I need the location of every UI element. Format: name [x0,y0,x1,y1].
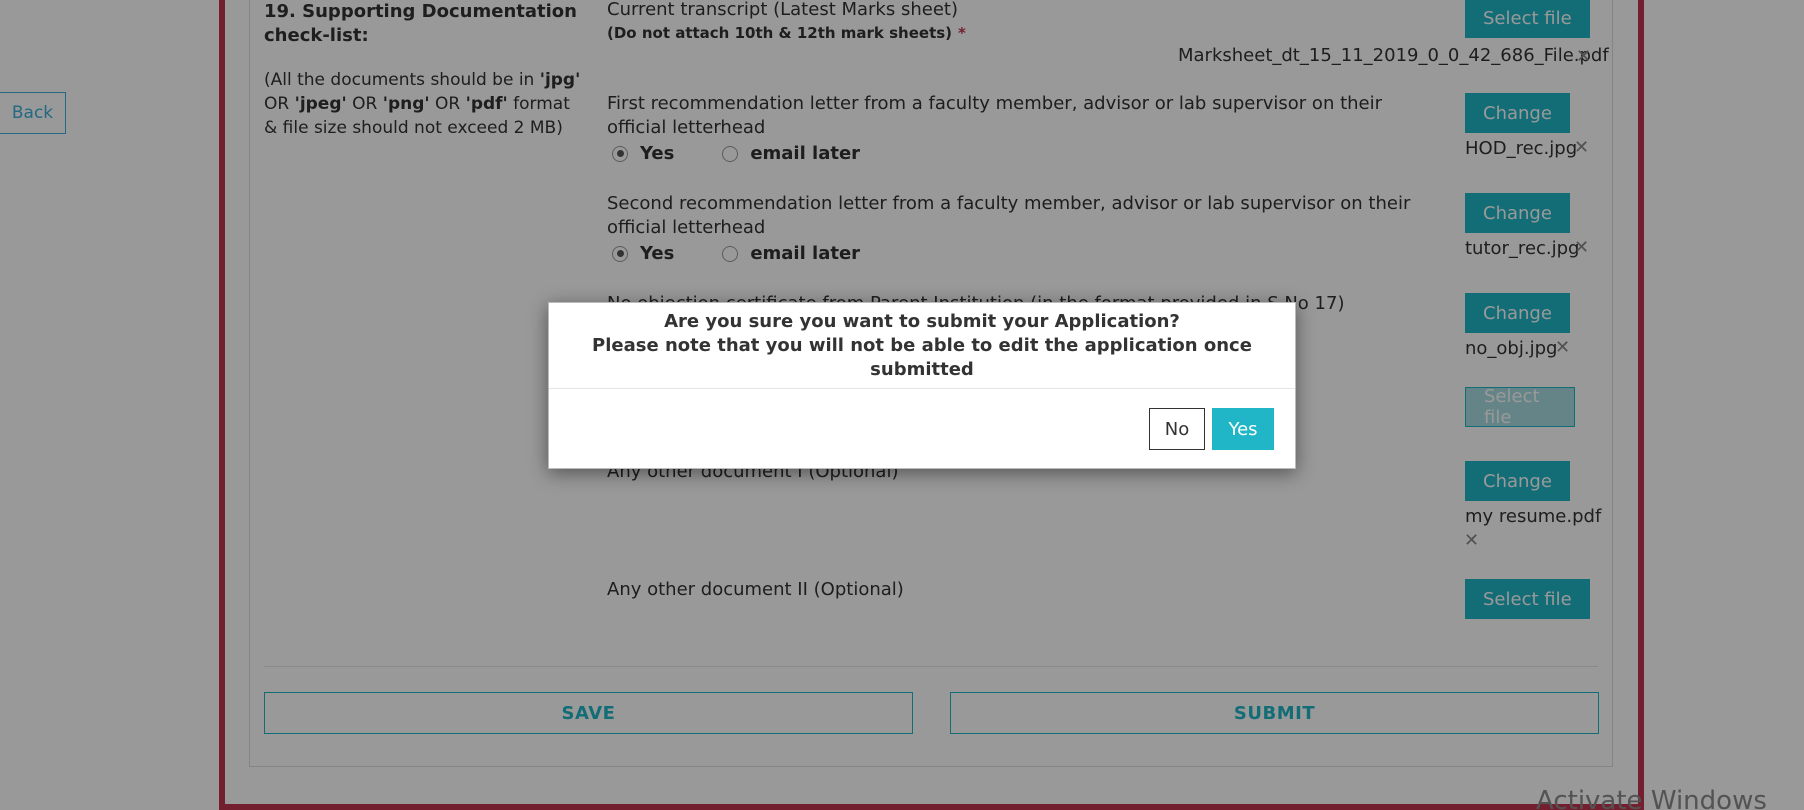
dialog-footer: No Yes [549,389,1295,469]
confirm-submit-dialog: Are you sure you want to submit your App… [548,302,1296,469]
dialog-question: Are you sure you want to submit your App… [664,310,1180,332]
dialog-no-button[interactable]: No [1149,408,1205,450]
dialog-yes-button[interactable]: Yes [1212,408,1274,450]
dialog-message: Are you sure you want to submit your App… [549,303,1295,389]
dialog-warning: Please note that you will not be able to… [592,334,1252,380]
